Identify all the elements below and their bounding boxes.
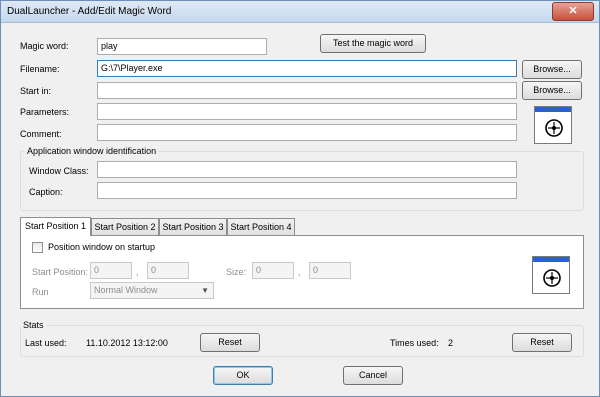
finder-titlebar (533, 257, 569, 262)
magic-word-label: Magic word: (20, 41, 69, 51)
comment-input[interactable] (97, 124, 517, 141)
caption-label: Caption: (29, 187, 63, 197)
last-used-label: Last used: (25, 338, 67, 348)
ok-button[interactable]: OK (213, 366, 273, 385)
reset-last-used-button[interactable]: Reset (200, 333, 260, 352)
test-magic-word-button[interactable]: Test the magic word (320, 34, 426, 53)
position-window-label: Position window on startup (48, 242, 156, 252)
tab-start-position-1[interactable]: Start Position 1 (20, 217, 91, 236)
title-bar: DualLauncher - Add/Edit Magic Word ✕ (1, 1, 599, 23)
tab-start-position-2[interactable]: Start Position 2 (91, 218, 159, 235)
filename-label: Filename: (20, 64, 60, 74)
position-window-checkbox[interactable] (32, 242, 43, 253)
size-width-input[interactable]: 0 (252, 262, 294, 279)
window-title: DualLauncher - Add/Edit Magic Word (7, 6, 172, 17)
parameters-input[interactable] (97, 103, 517, 120)
comment-label: Comment: (20, 129, 62, 139)
start-in-label: Start in: (20, 86, 52, 96)
dialog-window: DualLauncher - Add/Edit Magic Word ✕ Mag… (0, 0, 600, 397)
filename-input[interactable]: G:\7\Player.exe (97, 60, 517, 77)
window-identification-group (20, 151, 584, 211)
position-finder-tool[interactable] (532, 256, 570, 294)
crosshair-target-icon (543, 269, 561, 287)
magic-word-input[interactable]: play (97, 38, 267, 55)
start-comma: , (136, 267, 139, 277)
start-position-label: Start Position: (32, 267, 89, 277)
tab-start-position-3[interactable]: Start Position 3 (159, 218, 227, 235)
filename-browse-button[interactable]: Browse... (522, 60, 582, 79)
size-label: Size: (226, 267, 247, 277)
tab-start-position-4[interactable]: Start Position 4 (227, 218, 295, 235)
window-class-input[interactable] (97, 161, 517, 178)
start-in-browse-button[interactable]: Browse... (522, 81, 582, 100)
run-select-value: Normal Window (94, 285, 158, 295)
close-button[interactable]: ✕ (552, 2, 594, 21)
start-in-input[interactable] (97, 82, 517, 99)
window-class-label: Window Class: (29, 166, 89, 176)
run-select[interactable]: Normal Window ▼ (90, 282, 214, 299)
caption-input[interactable] (97, 182, 517, 199)
window-identification-legend: Application window identification (25, 146, 159, 156)
size-height-input[interactable]: 0 (309, 262, 351, 279)
finder-titlebar (535, 107, 571, 112)
size-comma: , (298, 267, 301, 277)
times-used-value: 2 (448, 338, 454, 348)
reset-times-used-button[interactable]: Reset (512, 333, 572, 352)
stats-legend: Stats (21, 320, 46, 330)
last-used-value: 11.10.2012 13:12:00 (86, 338, 168, 348)
start-x-input[interactable]: 0 (90, 262, 132, 279)
cancel-button[interactable]: Cancel (343, 366, 403, 385)
parameters-label: Parameters: (20, 107, 70, 117)
times-used-label: Times used: (390, 338, 439, 348)
window-finder-tool[interactable] (534, 106, 572, 144)
start-y-input[interactable]: 0 (147, 262, 189, 279)
chevron-down-icon: ▼ (201, 286, 209, 295)
crosshair-target-icon (545, 119, 563, 137)
run-label: Run (32, 287, 49, 297)
